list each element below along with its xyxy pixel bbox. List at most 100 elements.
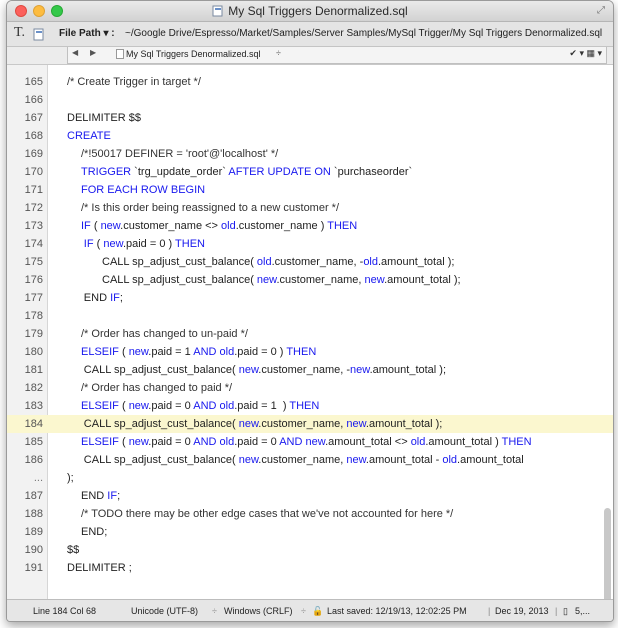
code-line[interactable]: 171 FOR EACH ROW BEGIN [7,181,613,199]
code-text: CREATE [67,130,111,142]
line-number: 174 [24,238,43,250]
code-editor[interactable]: 165 /* Create Trigger in target */ 166 167 D… [7,64,613,612]
line-number: 170 [24,166,43,178]
code-line[interactable]: 165 /* Create Trigger in target */ [7,73,613,91]
code-line[interactable]: 166 [7,91,613,109]
code-text: END IF; [83,292,123,304]
file-icon[interactable] [32,27,46,41]
line-number: 188 [24,508,43,520]
code-line[interactable]: 172 /* Is this order being reassigned to … [7,199,613,217]
status-separator: | [488,606,491,616]
line-number: 185 [24,436,43,448]
path-bar: T. File Path ▾ : ~/Google Drive/Espresso… [7,22,613,47]
tab-filename[interactable]: My Sql Triggers Denormalized.sql [126,49,261,59]
line-number: 165 [24,76,43,88]
title-bar: My Sql Triggers Denormalized.sql ⤢ [7,1,613,22]
code-text: ELSEIF ( new.paid = 0 AND old.paid = 1 )… [81,400,320,412]
file-selector[interactable]: ÷ [276,48,281,58]
fullscreen-icon[interactable]: ⤢ [597,5,605,16]
encoding-dropdown-icon[interactable]: ÷ [212,606,217,616]
code-line[interactable]: 180 ELSEIF ( new.paid = 1 AND old.paid = … [7,343,613,361]
code-line[interactable]: 183 ELSEIF ( new.paid = 0 AND old.paid = … [7,397,613,415]
line-number: 168 [24,130,43,142]
code-line[interactable]: 185 ELSEIF ( new.paid = 0 AND old.paid = … [7,433,613,451]
code-line[interactable]: 178 [7,307,613,325]
code-line[interactable]: 170 TRIGGER `trg_update_order` AFTER UPDA… [7,163,613,181]
line-number: 181 [24,364,43,376]
document-icon [212,5,223,17]
code-line[interactable]: 184 CALL sp_adjust_cust_balance( new.cust… [7,415,613,433]
document-count: 5,... [575,606,591,616]
line-number: 182 [24,382,43,394]
code-text: ); [67,472,74,484]
code-text: END; [81,526,108,538]
line-number: 172 [24,202,43,214]
code-line[interactable]: 176 CALL sp_adjust_cust_balance( new.cust… [7,271,613,289]
code-line[interactable]: 173 IF ( new.customer_name <> old.custome… [7,217,613,235]
code-line[interactable]: 168 CREATE [7,127,613,145]
line-number: 186 [24,454,43,466]
code-text: IF ( new.customer_name <> old.customer_n… [81,220,358,232]
lock-icon[interactable]: 🔓 [312,606,323,617]
code-line[interactable]: 190 $$ [7,541,613,559]
last-saved: Last saved: 12/19/13, 12:02:25 PM [327,606,467,616]
line-number: 166 [24,94,43,106]
status-bar: Line 184 Col 68 Unicode (UTF-8) ÷ Window… [7,599,613,621]
cursor-position: Line 184 Col 68 [33,606,97,616]
code-text: DELIMITER ; [67,562,132,574]
code-text: TRIGGER `trg_update_order` AFTER UPDATE … [81,166,413,178]
code-line[interactable]: 188 /* TODO there may be other edge cases… [7,505,613,523]
code-line[interactable]: 179 /* Order has changed to un-paid */ [7,325,613,343]
file-path-text: ~/Google Drive/Espresso/Market/Samples/S… [125,28,603,39]
code-line[interactable]: 189 END; [7,523,613,541]
tab-document-icon [116,49,124,59]
code-line[interactable]: 186 CALL sp_adjust_cust_balance( new.cust… [7,451,613,469]
navigation-controls[interactable]: ✔ ▾ ▦ ▾ [569,48,602,59]
code-line[interactable]: 182 /* Order has changed to paid */ [7,379,613,397]
line-number: 173 [24,220,43,232]
code-text: IF ( new.paid = 0 ) THEN [83,238,205,250]
line-number: 183 [24,400,43,412]
code-text: /* Is this order being reassigned to a n… [81,202,340,214]
code-text: /* TODO there may be other edge cases th… [81,508,454,520]
code-line[interactable]: 191 DELIMITER ; [7,559,613,577]
code-text: ELSEIF ( new.paid = 0 AND old.paid = 0 A… [81,436,532,448]
code-text: /*!50017 DEFINER = 'root'@'localhost' */ [81,148,279,160]
forward-arrow-icon[interactable]: ▶ [90,48,96,57]
vertical-scrollbar[interactable] [604,508,611,612]
code-text: CALL sp_adjust_cust_balance( new.custome… [83,418,443,430]
line-number: 171 [24,184,43,196]
line-number: 177 [24,292,43,304]
line-endings-dropdown-icon[interactable]: ÷ [301,606,306,616]
back-arrow-icon[interactable]: ◀ [72,48,78,57]
file-path-menu[interactable]: File Path ▾ : [59,28,115,39]
code-text: CALL sp_adjust_cust_balance( new.custome… [83,454,524,466]
line-number: 167 [24,112,43,124]
editor-window: My Sql Triggers Denormalized.sql ⤢ T. Fi… [6,0,614,622]
code-text: ELSEIF ( new.paid = 1 AND old.paid = 0 )… [81,346,317,358]
code-text: CALL sp_adjust_cust_balance( new.custome… [83,364,447,376]
code-line[interactable]: 177 END IF; [7,289,613,307]
code-line[interactable]: 175 CALL sp_adjust_cust_balance( old.cust… [7,253,613,271]
line-number: 190 [24,544,43,556]
code-text: FOR EACH ROW BEGIN [81,184,206,196]
code-line[interactable]: 169 /*!50017 DEFINER = 'root'@'localhost'… [7,145,613,163]
code-text: /* Order has changed to paid */ [81,382,233,394]
navigation-bar: ◀ ▶ My Sql Triggers Denormalized.sql ÷ ✔… [67,47,607,64]
code-line[interactable]: 187 END IF; [7,487,613,505]
line-number: 184 [24,418,43,430]
line-number: 191 [24,562,43,574]
code-line[interactable]: 167 DELIMITER $$ [7,109,613,127]
code-text: CALL sp_adjust_cust_balance( new.custome… [102,274,461,286]
encoding-selector[interactable]: Unicode (UTF-8) [131,606,198,616]
line-number: ... [33,472,43,484]
line-number: 187 [24,490,43,502]
text-tool-icon[interactable]: T. [14,25,25,41]
window-title-text: My Sql Triggers Denormalized.sql [228,4,408,18]
code-text: CALL sp_adjust_cust_balance( old.custome… [102,256,455,268]
code-text: DELIMITER $$ [67,112,141,124]
code-line[interactable]: 174 IF ( new.paid = 0 ) THEN [7,235,613,253]
code-line[interactable]: ...); [7,469,613,487]
line-endings-selector[interactable]: Windows (CRLF) [224,606,293,616]
code-line[interactable]: 181 CALL sp_adjust_cust_balance( new.cust… [7,361,613,379]
